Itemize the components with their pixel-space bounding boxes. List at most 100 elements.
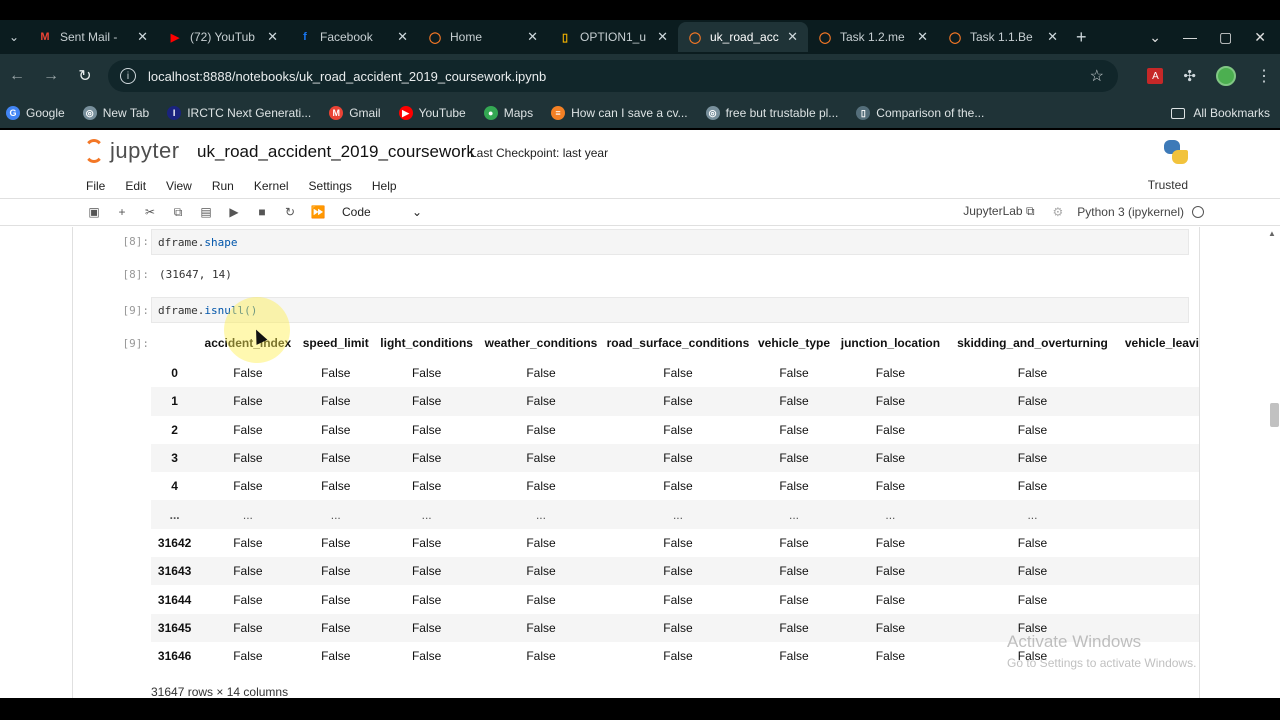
- close-tab-icon[interactable]: ✕: [917, 29, 928, 45]
- scroll-up-arrow-icon[interactable]: ▲: [1268, 229, 1276, 238]
- table-cell: False: [373, 443, 480, 473]
- all-bookmarks-button[interactable]: All Bookmarks: [1171, 106, 1270, 120]
- browser-tab[interactable]: ◯ Home ✕: [418, 22, 548, 52]
- site-info-icon[interactable]: i: [120, 68, 136, 84]
- bookmark-item[interactable]: ◎ New Tab: [82, 106, 150, 120]
- reload-icon[interactable]: ↻: [68, 66, 102, 86]
- address-bar[interactable]: i localhost:8888/notebooks/uk_road_accid…: [108, 60, 1118, 92]
- browser-tab[interactable]: M Sent Mail - ✕: [28, 22, 158, 52]
- maximize-icon[interactable]: ▢: [1219, 29, 1232, 46]
- table-cell: False: [834, 557, 947, 586]
- cell-type-select[interactable]: Code ⌄: [342, 205, 422, 219]
- bookmark-label: New Tab: [102, 106, 150, 120]
- bookmark-star-icon[interactable]: ☆: [1090, 66, 1104, 86]
- bookmark-item[interactable]: ● Maps: [483, 106, 534, 120]
- output-prompt-8: [8]:: [122, 268, 150, 281]
- kernel-settings-gear-icon[interactable]: ⚙: [1053, 205, 1064, 219]
- table-cell: False: [663, 649, 693, 664]
- more-menu-icon[interactable]: ⋮: [1256, 66, 1272, 86]
- table-cell: False: [602, 557, 754, 586]
- forward-arrow-icon[interactable]: →: [34, 67, 68, 85]
- browser-tab[interactable]: ▶ (72) YouTub ✕: [158, 22, 288, 52]
- table-cell: False: [1017, 479, 1048, 494]
- bookmark-item[interactable]: ▶ YouTube: [398, 106, 466, 120]
- insert-cell-plus-icon[interactable]: +: [108, 205, 136, 219]
- browser-tab[interactable]: ▯ OPTION1_u ✕: [548, 22, 678, 52]
- table-cell: False: [321, 422, 351, 437]
- table-cell: False: [834, 443, 947, 473]
- row-index: 31645: [151, 613, 199, 642]
- table-cell: False: [779, 479, 809, 494]
- bookmark-item[interactable]: G Google: [6, 106, 65, 120]
- copy-icon[interactable]: ⧉: [164, 205, 192, 220]
- cut-scissors-icon[interactable]: ✂: [136, 205, 164, 219]
- table-cell: False: [233, 422, 263, 437]
- close-tab-icon[interactable]: ✕: [137, 29, 148, 45]
- notebook-title[interactable]: uk_road_accident_2019_coursework: [197, 142, 475, 162]
- cell-type-value: Code: [342, 205, 371, 219]
- profile-avatar[interactable]: [1216, 66, 1236, 86]
- stop-square-icon[interactable]: ■: [248, 205, 276, 219]
- close-tab-icon[interactable]: ✕: [267, 29, 278, 45]
- menu-help[interactable]: Help: [372, 179, 397, 193]
- browser-tab[interactable]: ◯ uk_road_acc ✕: [678, 22, 808, 52]
- tab-list-chevron-icon[interactable]: ⌄: [1149, 29, 1161, 46]
- menu-file[interactable]: File: [86, 179, 105, 193]
- table-cell: False: [1017, 366, 1048, 381]
- bookmark-item[interactable]: ◎ free but trustable pl...: [705, 106, 838, 120]
- run-play-icon[interactable]: ▶: [220, 205, 248, 219]
- code-cell-8[interactable]: dframe.shape: [151, 229, 1189, 255]
- browser-tab[interactable]: ◯ Task 1.2.me ✕: [808, 22, 938, 52]
- jupyterlab-link[interactable]: JupyterLab ⧉: [963, 204, 1034, 219]
- bookmark-label: Maps: [503, 106, 534, 120]
- close-tab-icon[interactable]: ✕: [1047, 29, 1058, 45]
- address-url[interactable]: localhost:8888/notebooks/uk_road_acciden…: [148, 69, 546, 84]
- back-arrow-icon[interactable]: ←: [0, 67, 34, 85]
- code-cell-9[interactable]: dframe.isnull(): [151, 297, 1189, 323]
- browser-tab[interactable]: f Facebook ✕: [288, 22, 418, 52]
- table-cell: [1118, 387, 1199, 416]
- bookmark-label: IRCTC Next Generati...: [187, 106, 312, 120]
- scrollbar-thumb[interactable]: [1270, 403, 1279, 427]
- paste-clipboard-icon[interactable]: ▤: [192, 205, 220, 219]
- pdf-extension-icon[interactable]: A: [1147, 68, 1164, 84]
- table-cell: False: [411, 422, 442, 437]
- close-tab-icon[interactable]: ✕: [527, 29, 538, 45]
- close-tab-icon[interactable]: ✕: [397, 29, 408, 45]
- bookmark-item[interactable]: ▯ Comparison of the...: [856, 106, 984, 120]
- bottom-black-strip: [0, 698, 1280, 720]
- maps-icon: ●: [483, 106, 498, 120]
- run-all-fast-forward-icon[interactable]: ⏩: [304, 205, 332, 219]
- top-black-strip: [0, 0, 1280, 20]
- bookmark-item[interactable]: I IRCTC Next Generati...: [167, 106, 311, 120]
- browser-tab[interactable]: ◯ Task 1.1.Be ✕: [938, 22, 1068, 52]
- menu-kernel[interactable]: Kernel: [254, 179, 289, 193]
- table-cell: False: [526, 422, 556, 437]
- bookmark-label: Comparison of the...: [876, 106, 985, 120]
- menu-run[interactable]: Run: [212, 179, 234, 193]
- kernel-name[interactable]: Python 3 (ipykernel): [1077, 205, 1184, 219]
- tab-title: OPTION1_u: [580, 30, 647, 44]
- extensions-puzzle-icon[interactable]: ✣: [1183, 67, 1196, 85]
- close-window-icon[interactable]: ✕: [1254, 29, 1266, 46]
- restart-kernel-icon[interactable]: ↻: [276, 205, 304, 219]
- menu-settings[interactable]: Settings: [309, 179, 352, 193]
- folder-icon: [1171, 107, 1186, 119]
- close-tab-icon[interactable]: ✕: [787, 29, 798, 45]
- jupyter-logo[interactable]: jupyter: [84, 138, 180, 164]
- bookmark-item[interactable]: ≡ How can I save a cv...: [551, 106, 688, 120]
- menu-view[interactable]: View: [166, 179, 192, 193]
- tab-search-chevron-icon[interactable]: ⌄: [0, 30, 28, 44]
- table-cell: [1119, 472, 1199, 500]
- output-prompt-9: [9]:: [122, 337, 150, 350]
- jupyter-icon: ◯: [688, 31, 702, 44]
- bookmark-item[interactable]: M Gmail: [329, 106, 381, 120]
- close-tab-icon[interactable]: ✕: [657, 29, 668, 45]
- menu-edit[interactable]: Edit: [125, 179, 146, 193]
- table-cell: False: [479, 387, 603, 416]
- table-cell: False: [233, 479, 263, 494]
- save-icon[interactable]: ▣: [80, 205, 108, 219]
- trusted-badge[interactable]: Trusted: [1142, 176, 1194, 194]
- new-tab-plus-icon[interactable]: +: [1076, 27, 1087, 48]
- minimize-icon[interactable]: —: [1183, 29, 1197, 45]
